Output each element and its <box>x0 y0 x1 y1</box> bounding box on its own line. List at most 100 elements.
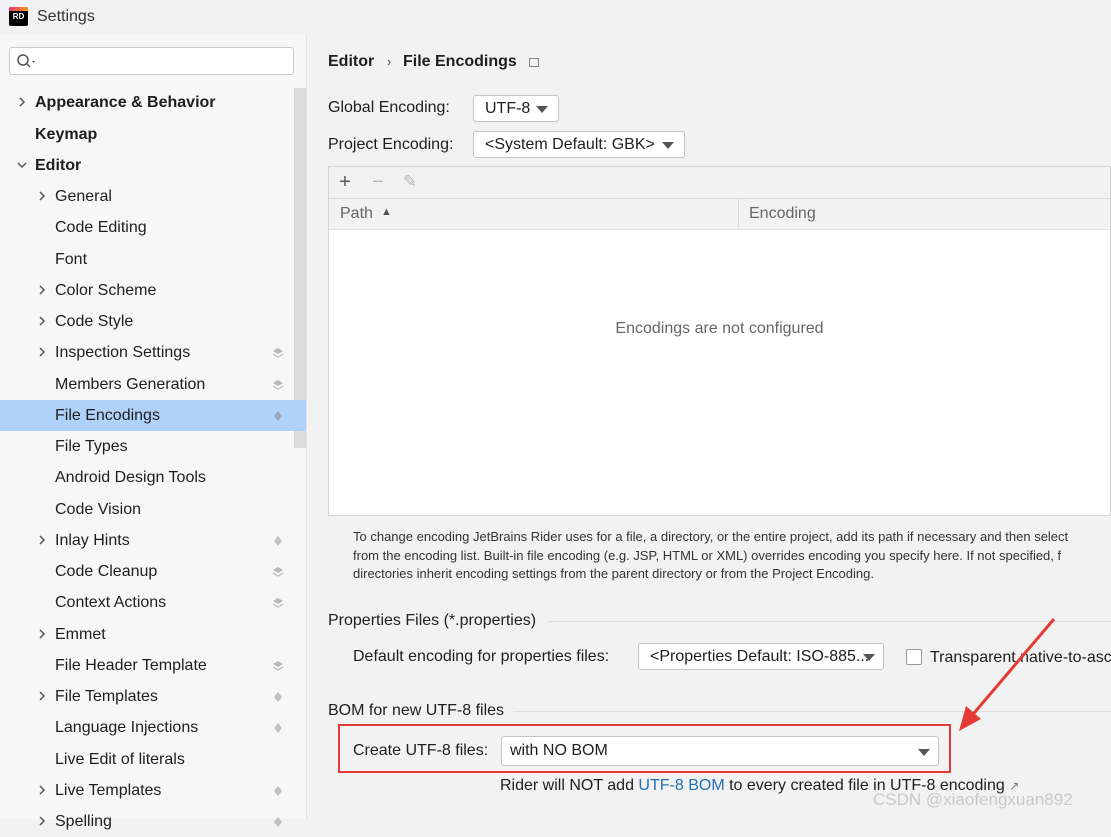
sidebar-item-font[interactable]: Font <box>0 244 294 275</box>
help-text: To change encoding JetBrains Rider uses … <box>353 528 1111 584</box>
search-input[interactable] <box>9 47 294 75</box>
sidebar-item-context-actions[interactable]: Context Actions <box>0 587 294 618</box>
sidebar-item-code-vision[interactable]: Code Vision <box>0 494 294 525</box>
project-settings-icon <box>529 58 539 67</box>
sidebar-item-label: Live Edit of literals <box>55 751 185 768</box>
bom-section-title: BOM for new UTF-8 files <box>328 702 505 719</box>
layers-icon <box>272 567 284 577</box>
chevron-right-icon <box>39 191 46 201</box>
sidebar-item-code-style[interactable]: Code Style <box>0 306 294 337</box>
column-divider[interactable] <box>738 199 739 229</box>
sidebar-item-code-cleanup[interactable]: Code Cleanup <box>0 556 294 587</box>
sidebar-item-label: Emmet <box>55 626 106 643</box>
search-icon <box>17 54 35 68</box>
project-scope-icon <box>274 692 282 702</box>
sidebar-item-file-encodings[interactable]: File Encodings <box>0 400 306 431</box>
sidebar-scrollbar[interactable] <box>294 88 306 448</box>
global-encoding-select[interactable]: UTF-8 <box>473 95 559 122</box>
project-scope-icon <box>274 723 282 733</box>
sidebar-item-label: Context Actions <box>55 594 167 611</box>
sidebar-item-spelling[interactable]: Spelling <box>0 806 294 837</box>
dropdown-arrow-icon <box>918 749 930 756</box>
sidebar-item-live-templates[interactable]: Live Templates <box>0 775 294 806</box>
sidebar-item-file-header-template[interactable]: File Header Template <box>0 650 294 681</box>
edit-icon[interactable]: ✎ <box>400 172 420 192</box>
chevron-right-icon <box>39 629 46 639</box>
dropdown-arrow-icon <box>863 654 875 661</box>
sidebar-item-label: Font <box>55 251 88 268</box>
utf8-bom-link[interactable]: UTF-8 BOM <box>638 777 724 794</box>
sidebar-item-label: Members Generation <box>55 376 206 393</box>
sidebar-item-label: Spelling <box>55 813 112 830</box>
window-title: Settings <box>37 8 95 25</box>
sidebar-item-label: File Encodings <box>55 407 160 424</box>
sidebar-item-label: Editor <box>35 157 82 174</box>
project-scope-icon <box>274 536 282 546</box>
help-line: directories inherit encoding settings fr… <box>353 566 874 581</box>
chevron-right-icon <box>39 285 46 295</box>
sidebar-item-appearance-behavior[interactable]: Appearance & Behavior <box>0 87 294 118</box>
breadcrumb-file-encodings: File Encodings <box>403 53 517 70</box>
sidebar-item-inlay-hints[interactable]: Inlay Hints <box>0 525 294 556</box>
remove-icon[interactable]: − <box>368 172 388 192</box>
project-scope-icon <box>274 786 282 796</box>
chevron-right-icon <box>39 347 46 357</box>
transparent-native-label: Transparent native-to-asc <box>930 649 1111 666</box>
create-utf8-select[interactable]: with NO BOM <box>501 736 939 766</box>
dropdown-arrow-icon <box>536 106 548 113</box>
sidebar-item-live-edit-literals[interactable]: Live Edit of literals <box>0 744 294 775</box>
sidebar-item-label: Code Vision <box>55 501 141 518</box>
sidebar-item-color-scheme[interactable]: Color Scheme <box>0 275 294 306</box>
settings-content: Editor › File Encodings Global Encoding:… <box>307 34 1111 819</box>
breadcrumb-editor[interactable]: Editor <box>328 53 374 71</box>
column-header-encoding[interactable]: Encoding <box>749 205 816 223</box>
properties-default-label: Default encoding for properties files: <box>353 648 610 665</box>
section-divider <box>549 621 1111 622</box>
sidebar-item-label: File Header Template <box>55 657 207 674</box>
sidebar-item-inspection-settings[interactable]: Inspection Settings <box>0 337 294 368</box>
section-divider <box>513 711 1111 712</box>
layers-icon <box>272 380 284 390</box>
transparent-native-checkbox[interactable] <box>906 649 922 665</box>
sidebar-item-keymap[interactable]: Keymap <box>0 119 294 150</box>
dropdown-arrow-icon <box>662 142 674 149</box>
column-header-path[interactable]: Path <box>340 205 373 223</box>
create-utf8-label: Create UTF-8 files: <box>353 742 489 759</box>
sidebar-item-language-injections[interactable]: Language Injections <box>0 712 294 743</box>
project-encoding-value: <System Default: GBK> <box>485 136 655 153</box>
sidebar-item-label: Inspection Settings <box>55 344 191 361</box>
settings-sidebar: Appearance & Behavior Keymap Editor Gene… <box>0 34 307 830</box>
sidebar-item-file-templates[interactable]: File Templates <box>0 681 294 712</box>
sidebar-item-file-types[interactable]: File Types <box>0 431 294 462</box>
sidebar-item-emmet[interactable]: Emmet <box>0 619 294 650</box>
project-scope-icon <box>274 411 282 421</box>
rider-logo-icon: RD <box>9 7 28 26</box>
sidebar-item-members-generation[interactable]: Members Generation <box>0 369 294 400</box>
sidebar-item-label: Appearance & Behavior <box>35 94 216 111</box>
sidebar-item-label: Language Injections <box>55 719 199 736</box>
properties-encoding-value: <Properties Default: ISO-885... <box>650 648 870 665</box>
chevron-right-icon <box>39 785 46 795</box>
title-bar: RD Settings <box>0 0 1111 34</box>
sidebar-item-label: File Types <box>55 438 128 455</box>
sidebar-item-label: File Templates <box>55 688 158 705</box>
create-utf8-value: with NO BOM <box>510 742 608 759</box>
help-line: To change encoding JetBrains Rider uses … <box>353 529 1069 544</box>
chevron-right-icon <box>39 816 46 826</box>
sidebar-item-editor[interactable]: Editor <box>0 150 294 181</box>
add-icon[interactable]: + <box>335 172 355 192</box>
table-header: Path ▲ Encoding <box>329 199 1110 230</box>
sidebar-item-code-editing[interactable]: Code Editing <box>0 212 294 243</box>
sidebar-item-label: Code Editing <box>55 219 147 236</box>
sidebar-item-android-design-tools[interactable]: Android Design Tools <box>0 462 294 493</box>
sidebar-item-label: Keymap <box>35 126 98 143</box>
breadcrumb-separator: › <box>387 54 392 69</box>
project-encoding-select[interactable]: <System Default: GBK> <box>473 131 685 158</box>
table-toolbar: + − ✎ <box>329 167 1110 199</box>
chevron-right-icon <box>39 691 46 701</box>
properties-encoding-select[interactable]: <Properties Default: ISO-885... <box>638 643 884 670</box>
global-encoding-value: UTF-8 <box>485 100 531 117</box>
watermark: CSDN @xiaofengxuan892 <box>873 790 1073 809</box>
sidebar-item-general[interactable]: General <box>0 181 294 212</box>
layers-icon <box>272 348 284 358</box>
